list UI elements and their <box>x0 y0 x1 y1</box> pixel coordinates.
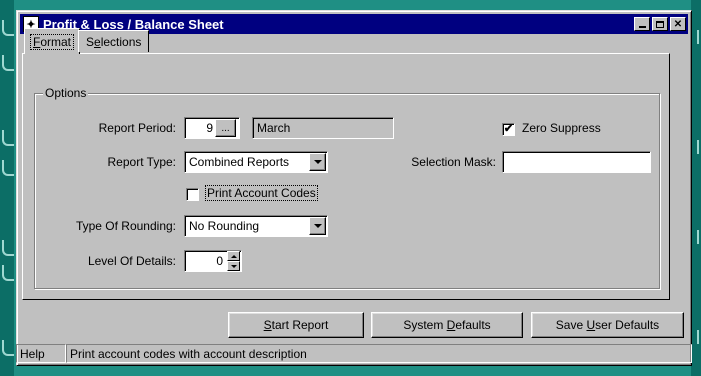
status-help-text: Help <box>20 346 45 361</box>
minimize-button[interactable] <box>634 17 650 31</box>
chevron-up-icon <box>230 254 237 258</box>
ellipsis-icon: ... <box>221 122 230 134</box>
system-defaults-label: System Defaults <box>403 318 491 332</box>
tab-format[interactable]: Format <box>24 28 81 54</box>
close-icon: ✕ <box>673 18 683 30</box>
print-account-codes-label: Print Account Codes <box>205 185 318 201</box>
desktop-ornament <box>2 130 14 146</box>
maximize-icon <box>656 20 664 28</box>
minimize-icon <box>638 26 646 28</box>
type-of-rounding-select[interactable]: No Rounding <box>184 215 328 237</box>
type-of-rounding-value: No Rounding <box>189 219 260 233</box>
level-of-details-value: 0 <box>216 254 223 268</box>
save-user-defaults-label: Save User Defaults <box>555 318 660 332</box>
tab-selections[interactable]: Selections <box>78 30 150 52</box>
checkmark-icon: ✔ <box>503 123 514 135</box>
report-type-dropdown-button[interactable] <box>309 153 326 171</box>
start-report-button[interactable]: Start Report <box>228 312 364 338</box>
desktop-ornament <box>691 140 699 154</box>
chevron-down-icon <box>230 264 237 268</box>
start-report-label: Start Report <box>263 318 329 332</box>
desktop-ornament <box>2 265 14 281</box>
chevron-down-icon <box>313 224 322 228</box>
desktop-ornament <box>2 55 14 71</box>
tab-format-label: Format <box>30 33 75 50</box>
report-period-browse-button[interactable]: ... <box>215 119 236 137</box>
status-message: Print account codes with account descrip… <box>66 344 692 363</box>
tab-selections-label: Selections <box>86 34 142 49</box>
level-of-details-spinner[interactable] <box>227 251 240 271</box>
report-period-value: 9 <box>206 121 213 135</box>
spin-up-button[interactable] <box>227 251 240 261</box>
close-button[interactable]: ✕ <box>670 17 686 31</box>
type-of-rounding-dropdown-button[interactable] <box>309 217 326 235</box>
selection-mask-input[interactable] <box>502 151 651 173</box>
desktop-ornament <box>691 330 699 344</box>
chevron-down-icon <box>313 160 322 164</box>
desktop-ornament <box>2 240 14 256</box>
zero-suppress-label: Zero Suppress <box>522 121 601 135</box>
report-period-label: Report Period: <box>98 121 176 135</box>
status-message-text: Print account codes with account descrip… <box>70 346 307 361</box>
report-type-select[interactable]: Combined Reports <box>184 151 328 173</box>
desktop-ornament <box>2 340 14 356</box>
maximize-button[interactable] <box>652 17 668 31</box>
level-of-details-label: Level Of Details: <box>87 254 176 268</box>
report-type-value: Combined Reports <box>189 155 290 169</box>
report-period-month-field: March <box>252 117 394 139</box>
report-period-month: March <box>257 121 291 135</box>
type-of-rounding-label: Type Of Rounding: <box>75 219 176 233</box>
desktop-ornament <box>2 160 14 176</box>
system-defaults-button[interactable]: System Defaults <box>371 312 523 338</box>
selection-mask-label: Selection Mask: <box>411 155 496 169</box>
desktop-right-strip <box>691 0 701 376</box>
status-bar: Help Print account codes with account de… <box>16 344 692 363</box>
status-help-label: Help <box>16 344 66 363</box>
options-group-label: Options <box>43 86 89 100</box>
save-user-defaults-button[interactable]: Save User Defaults <box>531 312 684 338</box>
report-type-label: Report Type: <box>107 155 176 169</box>
zero-suppress-checkbox[interactable]: ✔ <box>502 123 515 136</box>
desktop-ornament <box>691 230 699 244</box>
desktop-ornament <box>691 30 699 44</box>
desktop-ornament <box>2 20 14 36</box>
spin-down-button[interactable] <box>227 261 240 271</box>
print-account-codes-checkbox[interactable] <box>186 188 199 201</box>
